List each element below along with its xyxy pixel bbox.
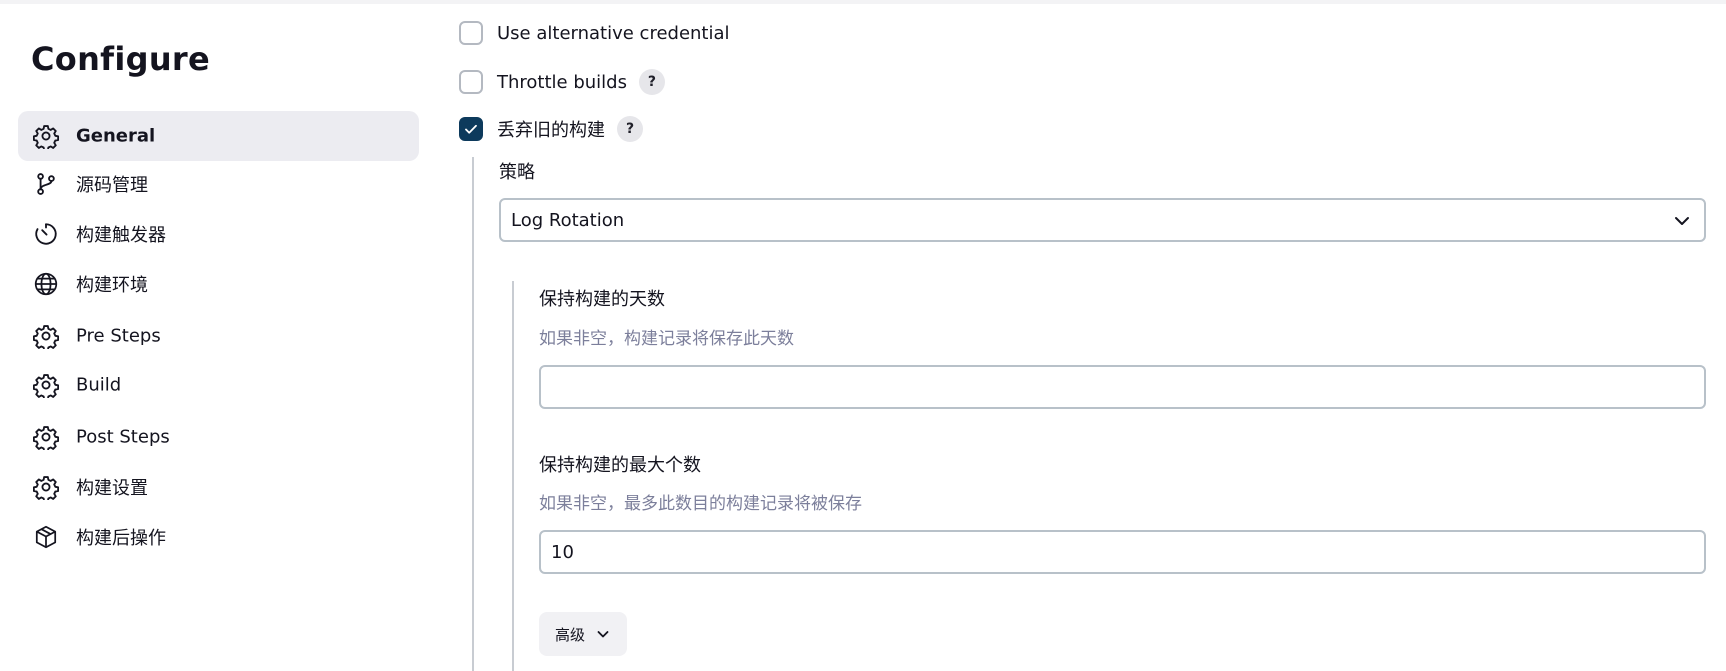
package-icon xyxy=(33,524,59,550)
sidebar-item-general[interactable]: General xyxy=(18,111,419,161)
gear-icon xyxy=(33,474,59,500)
sidebar-item-label: 源码管理 xyxy=(76,175,148,196)
sidebar-item-build[interactable]: Build xyxy=(18,360,419,410)
help-icon[interactable]: ? xyxy=(638,69,665,95)
alt-credential-checkbox[interactable] xyxy=(459,21,483,45)
strategy-select[interactable]: Log Rotation xyxy=(499,198,1706,242)
sidebar-item-label: 构建设置 xyxy=(76,478,148,499)
sidebar-item-label: 构建触发器 xyxy=(76,225,166,246)
throttle-builds-row: Throttle builds ? xyxy=(459,69,665,95)
gear-icon xyxy=(33,424,59,450)
sidebar-item-label: 构建后操作 xyxy=(76,528,166,549)
git-branch-icon xyxy=(33,171,59,197)
sidebar-item-label: Pre Steps xyxy=(76,325,161,347)
sidebar-item-label: Build xyxy=(76,374,122,396)
days-to-keep-label: 保持构建的天数 xyxy=(539,289,665,310)
strategy-guide-line xyxy=(512,281,514,671)
discard-old-builds-label[interactable]: 丢弃旧的构建 xyxy=(497,116,605,142)
checkmark-icon xyxy=(465,124,477,134)
sidebar-item-post-steps[interactable]: Post Steps xyxy=(18,412,419,462)
alt-credential-row: Use alternative credential xyxy=(459,21,730,45)
section-guide-line xyxy=(472,157,474,671)
max-builds-input[interactable] xyxy=(539,530,1706,574)
sidebar-item-label: General xyxy=(76,125,156,147)
sidebar-item-build-environment[interactable]: 构建环境 xyxy=(18,259,419,309)
chevron-down-icon xyxy=(1675,217,1689,225)
sidebar-item-label: 构建环境 xyxy=(76,275,148,296)
strategy-label: 策略 xyxy=(499,162,535,183)
config-main: Use alternative credential Throttle buil… xyxy=(440,0,1726,671)
timer-icon xyxy=(33,221,59,247)
sidebar-item-post-build-actions[interactable]: 构建后操作 xyxy=(18,512,419,562)
gear-icon xyxy=(33,323,59,349)
gear-icon xyxy=(33,372,59,398)
max-builds-label: 保持构建的最大个数 xyxy=(539,455,701,476)
advanced-button[interactable]: 高级 xyxy=(539,612,628,656)
globe-icon xyxy=(33,271,59,297)
days-to-keep-input[interactable] xyxy=(539,365,1706,409)
help-icon[interactable]: ? xyxy=(617,116,643,142)
advanced-button-label: 高级 xyxy=(555,625,586,644)
sidebar-item-source-control[interactable]: 源码管理 xyxy=(18,159,419,209)
days-to-keep-description: 如果非空，构建记录将保存此天数 xyxy=(539,329,794,349)
gear-icon xyxy=(33,123,59,149)
sidebar-item-build-settings[interactable]: 构建设置 xyxy=(18,462,419,512)
discard-old-builds-checkbox[interactable] xyxy=(459,117,483,141)
sidebar-item-build-triggers[interactable]: 构建触发器 xyxy=(18,209,419,259)
sidebar-item-label: Post Steps xyxy=(76,426,170,448)
sidebar: Configure General 源码管理 构建触发器 构建环境 Pre St… xyxy=(0,0,420,671)
strategy-selected-value: Log Rotation xyxy=(511,209,625,231)
discard-old-builds-row: 丢弃旧的构建 ? xyxy=(459,116,643,142)
page-title: Configure xyxy=(31,40,211,78)
alt-credential-label[interactable]: Use alternative credential xyxy=(497,23,730,44)
sidebar-item-pre-steps[interactable]: Pre Steps xyxy=(18,311,419,361)
throttle-builds-label[interactable]: Throttle builds xyxy=(497,72,627,93)
chevron-down-icon xyxy=(597,631,609,638)
throttle-builds-checkbox[interactable] xyxy=(459,70,483,94)
max-builds-description: 如果非空，最多此数目的构建记录将被保存 xyxy=(539,494,862,514)
